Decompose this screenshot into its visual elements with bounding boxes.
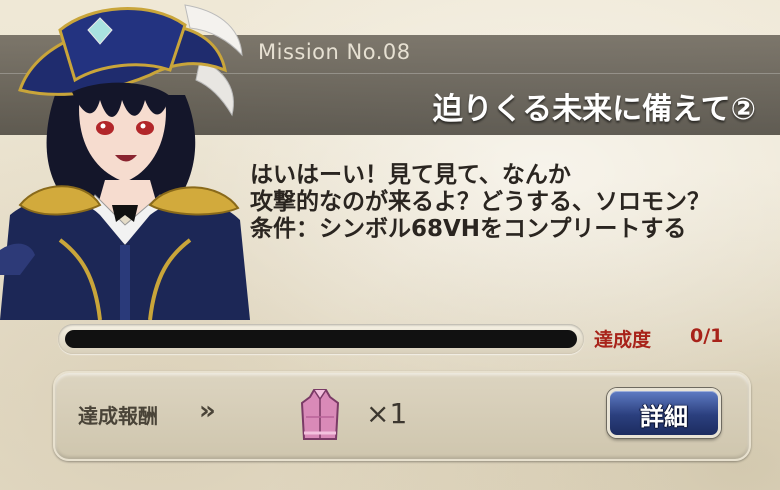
mission-dialogue: はいはーい！見て見て、なんか 攻撃的なのが来るよ？どうする、ソロモン？ 条件：シ… (250, 162, 770, 243)
detail-button-label: 詳細 (640, 403, 688, 431)
double-chevron-right-icon: » (199, 396, 216, 426)
robe-icon (300, 389, 340, 440)
progress-bar-track (65, 330, 577, 348)
dialogue-line: 攻撃的なのが来るよ？どうする、ソロモン？ (250, 189, 710, 215)
progress-value: 0/1 (690, 325, 724, 347)
pirate-character-portrait (0, 4, 250, 320)
reward-label: 達成報酬 (78, 404, 158, 428)
dialogue-line: はいはーい！見て見て、なんか (250, 162, 571, 188)
progress-label: 達成度 (594, 329, 652, 351)
mission-condition: 条件：シンボル68VHをコンプリートする (250, 216, 687, 242)
mission-number: Mission No.08 (258, 40, 411, 64)
progress-bar (58, 324, 584, 354)
mission-title: 迫りくる未来に備えて② (432, 92, 756, 127)
detail-button[interactable]: 詳細 (607, 388, 721, 438)
reward-quantity: ×1 (366, 397, 408, 430)
